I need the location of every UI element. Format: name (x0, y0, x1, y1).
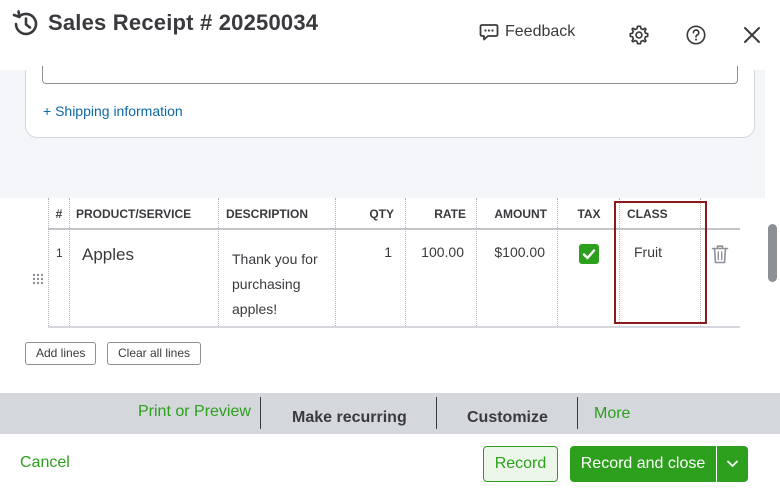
drag-handle-icon[interactable] (31, 272, 43, 286)
product-cell[interactable]: Apples (82, 245, 134, 265)
action-divider (260, 397, 261, 429)
column-divider (218, 198, 219, 328)
tax-checkbox[interactable] (579, 244, 599, 264)
column-divider (48, 198, 49, 328)
column-divider (69, 198, 70, 328)
page-title: Sales Receipt # 20250034 (48, 10, 319, 35)
scrollbar-thumb[interactable] (768, 224, 777, 282)
footer: Cancel Record Record and close (0, 433, 780, 493)
column-divider (405, 198, 406, 328)
feedback-label: Feedback (505, 23, 576, 40)
description-line: purchasing (232, 276, 301, 292)
col-header-actions (700, 198, 740, 230)
customize-button[interactable]: Customize (467, 409, 548, 427)
row-number: 1 (56, 246, 63, 260)
record-options-dropdown[interactable] (717, 446, 748, 482)
print-or-preview-button[interactable]: Print or Preview (138, 403, 251, 421)
col-header-rate: RATE (406, 198, 477, 230)
action-divider (577, 397, 578, 429)
column-divider (700, 198, 701, 328)
col-header-tax: TAX (558, 198, 620, 230)
shipping-information-link[interactable]: + Shipping information (43, 103, 183, 119)
action-bar: Print or Preview Make recurring Customiz… (0, 393, 780, 433)
clear-all-lines-button[interactable]: Clear all lines (107, 342, 202, 365)
cancel-button[interactable]: Cancel (20, 454, 70, 472)
col-header-amount: AMOUNT (477, 198, 558, 230)
checkmark-icon (582, 249, 596, 260)
rate-cell[interactable]: 100.00 (406, 244, 464, 260)
column-divider (619, 198, 620, 328)
header: Sales Receipt # 20250034 Feedback (0, 0, 780, 70)
gear-icon[interactable] (628, 24, 650, 46)
trash-icon[interactable] (711, 244, 729, 264)
action-divider (436, 397, 437, 429)
help-icon[interactable] (685, 24, 707, 46)
col-header-class: CLASS (620, 198, 700, 230)
record-button[interactable]: Record (483, 446, 558, 482)
row-divider (48, 326, 740, 328)
column-divider (476, 198, 477, 328)
col-header-number: # (48, 198, 70, 230)
class-cell[interactable]: Fruit (634, 244, 662, 260)
description-cell[interactable]: Thank you for purchasing apples! (232, 247, 318, 322)
description-line: Thank you for (232, 251, 318, 267)
chat-bubble-icon (479, 24, 499, 41)
add-lines-button[interactable]: Add lines (25, 342, 97, 365)
close-icon[interactable] (741, 24, 763, 46)
amount-cell[interactable]: $100.00 (477, 244, 545, 260)
customer-info-card: + Shipping information (25, 66, 755, 138)
make-recurring-button[interactable]: Make recurring (292, 409, 407, 427)
chevron-down-icon (727, 460, 738, 467)
col-header-description: DESCRIPTION (219, 198, 336, 230)
column-divider (557, 198, 558, 328)
more-button[interactable]: More (594, 405, 630, 423)
column-divider (335, 198, 336, 328)
line-items-section: # PRODUCT/SERVICE DESCRIPTION QTY RATE A… (0, 198, 765, 393)
description-line: apples! (232, 301, 278, 317)
record-and-close-button[interactable]: Record and close (570, 446, 716, 482)
qty-cell[interactable]: 1 (336, 244, 392, 260)
col-header-qty: QTY (336, 198, 406, 230)
history-icon[interactable] (10, 9, 40, 39)
feedback-button[interactable]: Feedback (479, 22, 575, 42)
col-header-product: PRODUCT/SERVICE (70, 198, 219, 230)
message-textarea[interactable] (42, 66, 738, 84)
